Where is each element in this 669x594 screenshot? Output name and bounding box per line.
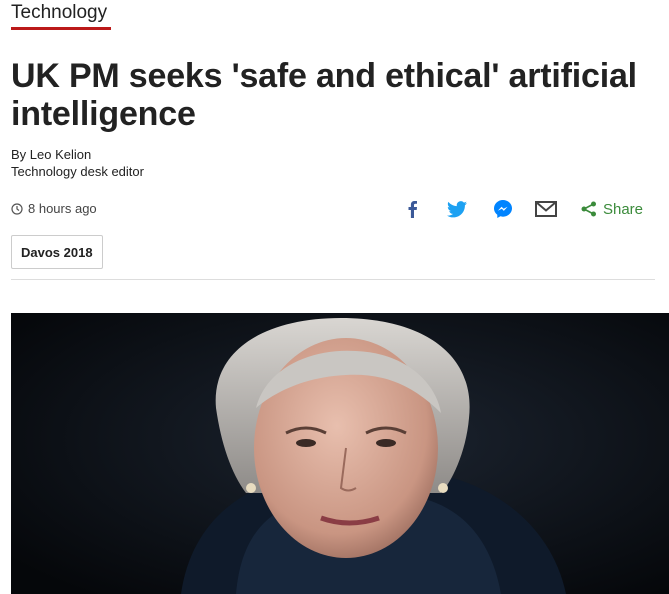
byline: By Leo Kelion Technology desk editor — [11, 146, 144, 180]
facebook-icon — [408, 201, 417, 218]
hero-photo-illustration — [11, 313, 669, 594]
email-share-button[interactable] — [533, 196, 559, 222]
article-headline: UK PM seeks 'safe and ethical' artificia… — [11, 57, 637, 133]
twitter-icon — [447, 200, 467, 217]
section-link-technology[interactable]: Technology — [11, 1, 107, 25]
clock-icon — [11, 202, 23, 215]
facebook-share-button[interactable] — [400, 196, 424, 222]
messenger-share-button[interactable] — [490, 196, 516, 222]
email-icon — [535, 201, 557, 217]
divider — [11, 279, 655, 280]
timestamp-text: 8 hours ago — [28, 201, 97, 216]
share-tools: Share — [400, 196, 660, 222]
twitter-share-button[interactable] — [444, 196, 470, 222]
share-button[interactable]: Share — [579, 196, 645, 222]
hero-image — [11, 313, 669, 594]
messenger-icon — [494, 200, 512, 218]
timestamp: 8 hours ago — [11, 201, 97, 216]
section-underline — [11, 27, 111, 30]
byline-role: Technology desk editor — [11, 164, 144, 179]
tag-davos-2018[interactable]: Davos 2018 — [11, 235, 103, 269]
byline-author: By Leo Kelion — [11, 147, 92, 162]
share-label: Share — [602, 200, 644, 218]
share-icon — [581, 201, 596, 217]
tag-label: Davos 2018 — [21, 244, 93, 260]
